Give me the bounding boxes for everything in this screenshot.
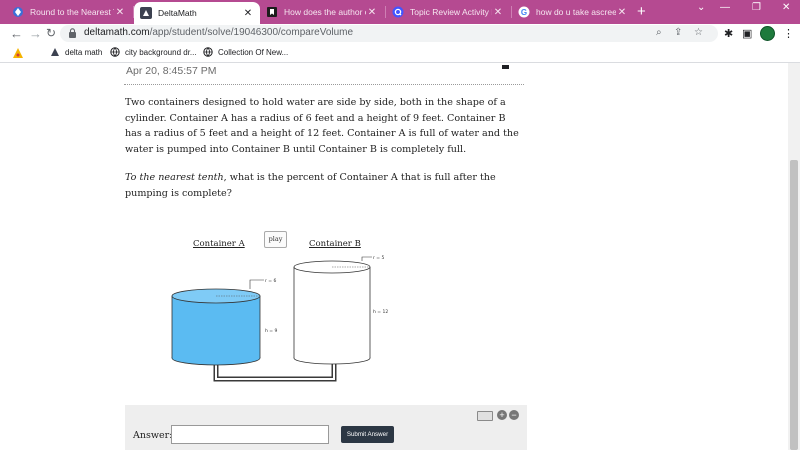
tab-round-nearest[interactable]: Round to the Nearest Th... ✕ (6, 2, 132, 22)
question-text: Two containers designed to hold water ar… (125, 97, 519, 155)
quizlet-icon (392, 6, 404, 18)
restore-icon[interactable]: ❐ (752, 2, 761, 13)
globe-icon (110, 47, 120, 57)
close-icon[interactable]: ✕ (616, 7, 628, 18)
container-a-radius-leader (249, 279, 264, 289)
close-icon[interactable]: ✕ (492, 7, 504, 18)
diamond-icon (13, 7, 23, 17)
tab-strip: Round to the Nearest Th... ✕ DeltaMath ✕… (0, 0, 800, 24)
close-icon[interactable]: ✕ (366, 7, 378, 18)
collapse-icon[interactable] (502, 65, 509, 69)
extension-icon (13, 48, 23, 58)
bookmark-label: city background dr... (125, 47, 197, 57)
address-bar[interactable]: deltamath.com/app/student/solve/19046300… (60, 25, 718, 42)
answer-label: Answer: (133, 430, 173, 441)
bookmark-apps[interactable] (12, 47, 29, 59)
tab-title: How does the author of "T (284, 7, 366, 17)
tab-topic-review[interactable]: Topic Review Activity Flag ✕ (386, 2, 510, 22)
url-path: /app/student/solve/19046300/compareVolum… (149, 27, 354, 38)
sidepanel-icon[interactable]: ▣ (742, 27, 752, 40)
share-icon[interactable]: ⇪ (674, 27, 682, 38)
bookmark-label: Collection Of New... (218, 47, 289, 57)
containers-diagram: r = 6 h = 9 r = 5 h = 12 (171, 255, 388, 382)
container-b-radius-leader (361, 256, 372, 261)
reload-icon[interactable]: ↻ (46, 26, 56, 40)
container-b (293, 260, 371, 365)
container-b-body (294, 267, 370, 358)
bookmark-icon (267, 7, 277, 17)
question-prompt: To the nearest tenth, what is the percen… (125, 170, 525, 201)
keyboard-icon[interactable] (477, 411, 493, 421)
play-button[interactable]: play (264, 231, 287, 248)
bookmark-city-background[interactable]: city background dr... (110, 47, 197, 57)
url-text[interactable]: deltamath.com/app/student/solve/19046300… (84, 27, 353, 38)
container-b-height: h = 12 (373, 309, 388, 315)
tab-how-does-author[interactable]: How does the author of "T ✕ (260, 2, 384, 22)
tab-deltamath[interactable]: DeltaMath ✕ (134, 2, 260, 24)
search-icon[interactable]: ⌕ (656, 27, 662, 38)
page-content: Apr 20, 8:45:57 PM Two containers design… (0, 63, 800, 450)
svg-text:G: G (521, 8, 527, 17)
close-icon[interactable]: ✕ (114, 7, 126, 18)
profile-avatar[interactable] (760, 26, 775, 41)
globe-icon (203, 47, 213, 57)
remove-icon[interactable]: − (509, 410, 519, 420)
chevron-down-icon[interactable]: ⌄ (697, 2, 705, 13)
tab-screenshot-search[interactable]: G how do u take ascreensh... ✕ (512, 2, 634, 22)
container-a (171, 288, 261, 366)
tab-title: Round to the Nearest Th... (30, 7, 114, 17)
scrollbar[interactable] (788, 63, 800, 450)
answer-area: + − Answer: Submit Answer (125, 405, 527, 450)
prompt-italic: To the nearest tenth (125, 172, 224, 183)
bookmark-label: delta math (65, 47, 103, 57)
container-a-label: Container A (193, 239, 245, 249)
back-icon[interactable]: ← (10, 26, 23, 41)
scrollbar-thumb[interactable] (790, 160, 798, 450)
container-b-radius: r = 5 (373, 255, 384, 261)
menu-icon[interactable]: ⋮ (783, 27, 794, 40)
extensions-icon[interactable]: ✱ (724, 27, 733, 40)
tab-title: how do u take ascreensh... (536, 7, 616, 17)
bookmarks-bar: delta math city background dr... Collect… (0, 44, 800, 63)
minimize-icon[interactable]: — (720, 2, 730, 13)
bookmark-delta-math[interactable]: delta math (50, 47, 102, 57)
star-icon[interactable]: ☆ (694, 27, 703, 38)
google-icon: G (518, 6, 530, 18)
container-b-label: Container B (309, 239, 361, 249)
bookmark-collection[interactable]: Collection Of New... (203, 47, 288, 57)
close-window-icon[interactable]: ✕ (782, 2, 790, 13)
timestamp: Apr 20, 8:45:57 PM (126, 65, 217, 77)
forward-icon[interactable]: → (29, 26, 42, 41)
url-domain: deltamath.com (84, 27, 150, 38)
tab-title: DeltaMath (158, 8, 197, 18)
answer-input[interactable] (171, 425, 329, 444)
container-a-radius: r = 6 (265, 278, 276, 284)
tab-title: Topic Review Activity Flag (410, 7, 492, 17)
add-icon[interactable]: + (497, 410, 507, 420)
submit-answer-button[interactable]: Submit Answer (341, 426, 394, 443)
deltamath-icon (51, 48, 59, 56)
lock-icon (69, 28, 76, 38)
divider (124, 84, 524, 85)
close-icon[interactable]: ✕ (242, 8, 254, 19)
new-tab-button[interactable]: + (637, 3, 646, 20)
deltamath-icon (140, 7, 152, 19)
container-a-height: h = 9 (265, 328, 277, 334)
browser-toolbar: ← → ↻ deltamath.com/app/student/solve/19… (0, 24, 800, 44)
